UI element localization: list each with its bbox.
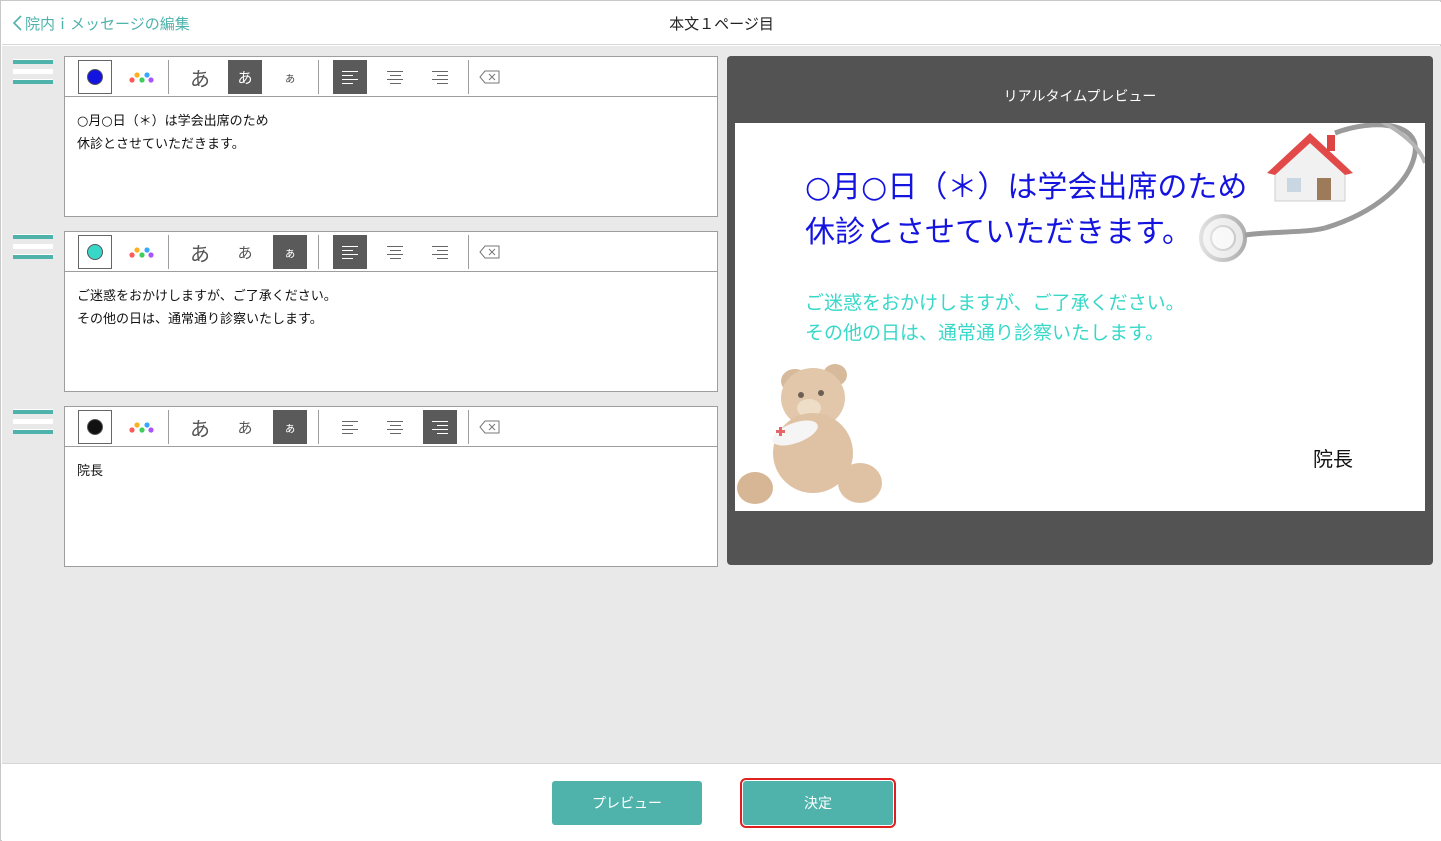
align-center-button[interactable] [378,410,412,444]
preview-card: ○月○日（＊）は学会出席のため 休診とさせていただきます。 ご迷惑をおかけします… [735,123,1425,511]
align-left-button[interactable] [333,410,367,444]
toolbar-divider [168,60,169,94]
align-center-icon [387,68,403,87]
align-center-button[interactable] [378,235,412,269]
backspace-icon [479,420,500,434]
clear-text-button[interactable] [473,410,507,444]
align-left-icon [342,243,358,262]
size-small-label: ぁ [283,245,296,260]
preview-button[interactable]: プレビュー [552,781,702,825]
align-right-icon [432,418,448,437]
font-size-small-button[interactable]: ぁ [273,410,307,444]
font-size-large-button[interactable]: あ [183,60,217,94]
align-right-icon [432,68,448,87]
font-size-large-button[interactable]: あ [183,410,217,444]
text-color-button[interactable] [78,60,112,94]
editor-block: あ あ ぁ 院長 [2,406,722,567]
align-left-icon [342,68,358,87]
preview-line-signature: 院長 [1313,447,1353,471]
size-medium-label: あ [237,243,253,262]
align-right-button[interactable] [423,235,457,269]
format-toolbar: あ あ ぁ [65,232,717,272]
color-swatch-icon [87,419,103,435]
color-palette-icon[interactable] [123,235,157,269]
page-title: 本文１ページ目 [669,15,774,33]
text-color-button[interactable] [78,235,112,269]
toolbar-divider [468,235,469,269]
font-size-small-button[interactable]: ぁ [273,235,307,269]
color-palette-icon[interactable] [123,60,157,94]
font-size-medium-button[interactable]: あ [228,410,262,444]
text-editor: あ あ ぁ ○月○日（＊）は学会出席のため 休診とさせていただきます。 [64,56,718,217]
text-editor: あ あ ぁ ご迷惑をおかけしますが、ご了承ください。 その他の日は、通常通り診察… [64,231,718,392]
drag-handle-icon[interactable] [13,234,53,260]
size-small-label: ぁ [283,70,296,85]
backspace-icon [479,245,500,259]
align-center-icon [387,243,403,262]
align-center-button[interactable] [378,60,412,94]
align-right-icon [432,243,448,262]
preview-line-heading: ○月○日（＊）は学会出席のため 休診とさせていただきます。 [805,170,1248,250]
align-left-icon [342,418,358,437]
message-text-area[interactable]: ご迷惑をおかけしますが、ご了承ください。 その他の日は、通常通り診察いたします。 [65,272,717,344]
app-frame: 院内ｉメッセージの編集 本文１ページ目 あ あ ぁ ○月○日（＊）は学会出席のた… [0,0,1441,841]
font-size-medium-button[interactable]: あ [228,235,262,269]
top-bar: 院内ｉメッセージの編集 本文１ページ目 [2,2,1441,45]
realtime-preview-panel: リアルタイムプレビュー ○月○日（＊）は学会出席のため 休診とさせていただきます… [727,56,1433,565]
align-right-button[interactable] [423,410,457,444]
toolbar-divider [168,410,169,444]
toolbar-divider [468,410,469,444]
editor-block: あ あ ぁ ○月○日（＊）は学会出席のため 休診とさせていただきます。 [2,56,722,217]
text-editor: あ あ ぁ 院長 [64,406,718,567]
clear-text-button[interactable] [473,60,507,94]
font-size-large-button[interactable]: あ [183,235,217,269]
size-large-label: あ [190,416,210,441]
teddy-bear-illustration [735,353,895,511]
format-toolbar: あ あ ぁ [65,57,717,97]
message-text-area[interactable]: ○月○日（＊）は学会出席のため 休診とさせていただきます。 [65,97,717,169]
size-large-label: あ [190,241,210,266]
bottom-bar: プレビュー 決定 [2,763,1441,841]
toolbar-divider [468,60,469,94]
align-left-button[interactable] [333,60,367,94]
align-right-button[interactable] [423,60,457,94]
backspace-icon [479,70,500,84]
toolbar-divider [168,235,169,269]
toolbar-divider [318,235,319,269]
message-text-area[interactable]: 院長 [65,447,717,496]
main-area: あ あ ぁ ○月○日（＊）は学会出席のため 休診とさせていただきます。 あ あ … [2,46,1441,763]
color-swatch-icon [87,244,103,260]
toolbar-divider [318,410,319,444]
text-color-button[interactable] [78,410,112,444]
font-size-small-button[interactable]: ぁ [273,60,307,94]
drag-handle-icon[interactable] [13,409,53,435]
clear-text-button[interactable] [473,235,507,269]
align-left-button[interactable] [333,235,367,269]
editor-block: あ あ ぁ ご迷惑をおかけしますが、ご了承ください。 その他の日は、通常通り診察… [2,231,722,392]
size-large-label: あ [190,66,210,91]
confirm-button[interactable]: 決定 [740,778,896,828]
preview-line-body: ご迷惑をおかけしますが、ご了承ください。 その他の日は、通常通り診察いたします。 [805,292,1185,344]
size-medium-label: あ [237,68,253,87]
align-center-icon [387,418,403,437]
drag-handle-icon[interactable] [13,59,53,85]
color-swatch-icon [87,69,103,85]
font-size-medium-button[interactable]: あ [228,60,262,94]
size-small-label: ぁ [283,420,296,435]
color-palette-icon[interactable] [123,410,157,444]
toolbar-divider [318,60,319,94]
preview-heading: リアルタイムプレビュー [1003,89,1157,105]
size-medium-label: あ [237,418,253,437]
format-toolbar: あ あ ぁ [65,407,717,447]
